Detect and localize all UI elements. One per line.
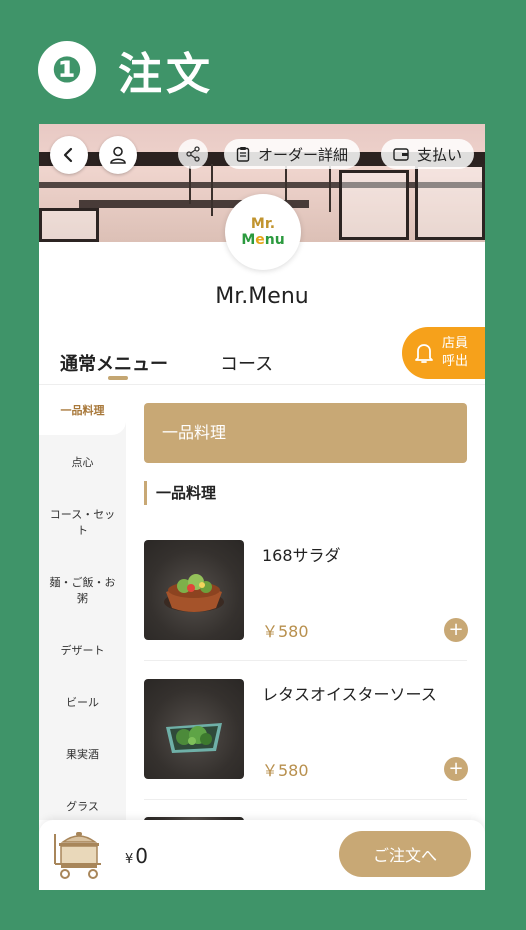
payment-label: 支払い xyxy=(417,145,463,164)
sidebar-item-dimsum[interactable]: 点心 xyxy=(39,455,126,471)
back-button[interactable] xyxy=(50,136,88,174)
cart-bar: ¥0 ご注文へ xyxy=(39,820,485,890)
sidebar-item-dessert[interactable]: デザート xyxy=(39,643,126,659)
bell-icon xyxy=(415,344,433,363)
menu-item-name: 168サラダ xyxy=(262,546,341,565)
order-detail-button[interactable]: オーダー詳細 xyxy=(224,139,361,169)
profile-button[interactable] xyxy=(99,136,137,174)
sidebar-item-noodles-rice[interactable]: 麺・ご飯・お粥 xyxy=(39,575,126,607)
wallet-icon xyxy=(393,148,409,161)
share-icon xyxy=(186,146,200,162)
category-banner: 一品料理 xyxy=(144,403,467,463)
add-to-cart-button[interactable]: + xyxy=(444,618,468,642)
restaurant-logo: Mr. Menu xyxy=(225,194,301,270)
plus-icon: + xyxy=(448,619,464,640)
share-button[interactable] xyxy=(178,139,208,169)
step-title: 注文 xyxy=(118,49,214,100)
sidebar-item-course-set[interactable]: コース・セット xyxy=(39,507,126,539)
shop-name: Mr.Menu xyxy=(215,284,309,309)
food-cart-icon[interactable] xyxy=(53,828,105,882)
clipboard-icon xyxy=(236,147,250,162)
add-to-cart-button[interactable]: + xyxy=(444,757,468,781)
section-title: 一品料理 xyxy=(144,481,216,505)
sidebar-item-beer[interactable]: ビール xyxy=(39,695,126,711)
call-staff-line2: 呼出 xyxy=(442,354,469,369)
tab-regular-menu[interactable]: 通常メニュー xyxy=(60,350,168,376)
plus-icon: + xyxy=(448,758,464,779)
user-icon xyxy=(110,146,126,164)
menu-item-image xyxy=(144,679,244,779)
tab-course[interactable]: コース xyxy=(220,350,273,376)
phone-screen: オーダー詳細 支払い Mr. Menu Mr.Menu 通常メニュー コース 店… xyxy=(39,124,485,890)
sidebar-item-fruit-wine[interactable]: 果実酒 xyxy=(39,747,126,763)
category-sidebar: 一品料理 点心 コース・セット 麺・ご飯・お粥 デザート ビール 果実酒 グラス xyxy=(39,385,126,820)
call-staff-line1: 店員 xyxy=(442,336,469,351)
call-staff-button[interactable]: 店員 呼出 xyxy=(402,327,485,379)
order-detail-label: オーダー詳細 xyxy=(258,145,349,164)
menu-item[interactable]: レタスオイスターソース ￥580 + xyxy=(144,679,468,800)
menu-item-image xyxy=(144,540,244,640)
step-number: ❶ xyxy=(38,41,96,99)
place-order-button[interactable]: ご注文へ xyxy=(339,831,471,877)
cart-total: ¥0 xyxy=(125,844,149,868)
menu-item[interactable]: 168サラダ ￥580 + xyxy=(144,540,468,661)
menu-item-price: ￥580 xyxy=(262,761,309,780)
menu-item-price: ￥580 xyxy=(262,622,309,641)
step-header: ❶ 注文 xyxy=(38,38,214,102)
active-tab-indicator xyxy=(108,376,128,380)
chevron-left-icon xyxy=(63,147,73,163)
menu-item-name: レタスオイスターソース xyxy=(262,685,437,704)
sidebar-item-glass[interactable]: グラス xyxy=(39,799,126,815)
payment-button[interactable]: 支払い xyxy=(381,139,475,169)
sidebar-item-ippin[interactable]: 一品料理 xyxy=(39,403,126,419)
